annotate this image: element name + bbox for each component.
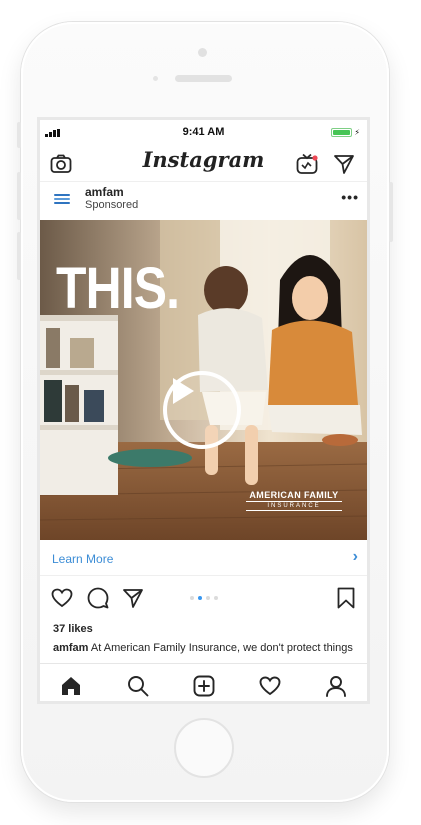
chevron-right-icon: › <box>352 548 358 565</box>
carousel-dot <box>214 596 218 600</box>
carousel-dot <box>206 596 210 600</box>
comment-icon[interactable] <box>86 586 110 610</box>
battery-icon: ⚡ <box>331 128 360 137</box>
post-header: amfam Sponsored ••• <box>40 182 367 220</box>
phone-screen: 9:41 AM ⚡ Instagram amfam Sponsored ••• <box>37 117 370 704</box>
account-avatar[interactable] <box>51 191 73 207</box>
profile-icon[interactable] <box>323 673 349 699</box>
status-time: 9:41 AM <box>182 126 225 138</box>
likes-count[interactable]: 37 likes <box>53 623 93 635</box>
activity-heart-icon[interactable] <box>257 673 283 699</box>
play-icon[interactable] <box>163 371 241 449</box>
volume-down-button <box>17 232 21 280</box>
bottom-tab-bar <box>40 663 367 701</box>
home-button[interactable] <box>174 718 234 778</box>
app-header: Instagram <box>40 144 367 182</box>
learn-more-label: Learn More <box>52 552 114 566</box>
direct-message-icon[interactable] <box>333 153 355 175</box>
post-video[interactable]: THIS. AMERICAN FAMILY INSURANCE <box>40 220 367 540</box>
learn-more-button[interactable]: Learn More › <box>40 542 367 576</box>
proximity-sensor <box>153 76 158 81</box>
sponsored-label: Sponsored <box>85 199 139 211</box>
more-options-icon[interactable]: ••• <box>341 189 359 205</box>
volume-up-button <box>17 172 21 220</box>
post-actions <box>40 584 367 614</box>
caption-username[interactable]: amfam <box>53 642 88 654</box>
video-overlay-headline: THIS. <box>56 256 180 321</box>
caption-text: At American Family Insurance, we don't p… <box>90 642 353 654</box>
home-icon[interactable] <box>58 673 84 699</box>
power-button <box>389 182 393 242</box>
bookmark-icon[interactable] <box>334 586 358 610</box>
add-post-icon[interactable] <box>191 673 217 699</box>
earpiece-speaker <box>175 75 232 82</box>
heart-icon[interactable] <box>50 586 74 610</box>
post-caption: amfam At American Family Insurance, we d… <box>53 641 363 661</box>
share-icon[interactable] <box>121 586 145 610</box>
watermark-line-2: INSURANCE <box>246 501 342 511</box>
carousel-dot-active <box>198 596 202 600</box>
mute-switch <box>17 122 21 148</box>
account-name[interactable]: amfam <box>85 185 124 199</box>
front-camera <box>198 48 207 57</box>
carousel-dot <box>190 596 194 600</box>
search-icon[interactable] <box>125 673 151 699</box>
brand-watermark: AMERICAN FAMILY INSURANCE <box>246 490 342 520</box>
watermark-line-1: AMERICAN FAMILY <box>249 490 339 500</box>
carousel-indicator <box>190 596 218 600</box>
status-bar: 9:41 AM ⚡ <box>40 120 367 144</box>
igtv-icon[interactable] <box>296 153 318 175</box>
